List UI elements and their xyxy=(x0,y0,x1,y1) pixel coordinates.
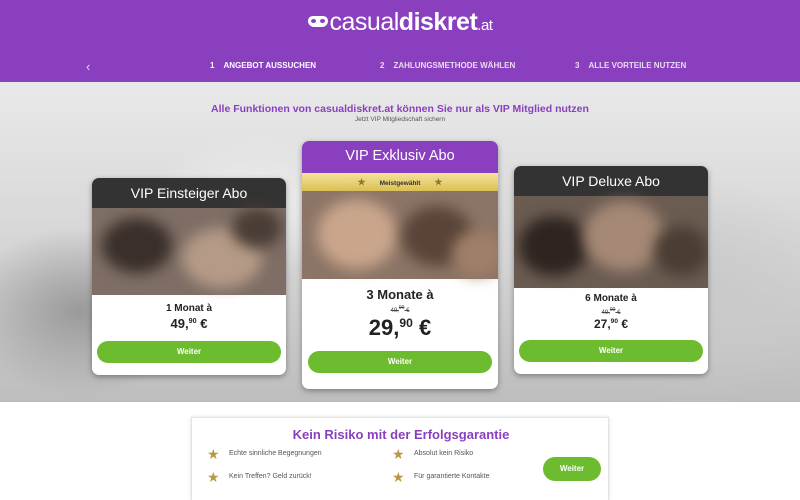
price-currency: € xyxy=(621,317,629,331)
subline: Jetzt VIP Mitgliedschaft sichern xyxy=(354,116,446,123)
price-currency: € xyxy=(200,316,208,331)
guarantee-item: ★ Kein Treffen? Geld zurück! xyxy=(207,469,312,485)
plan-price: 49,90 € xyxy=(92,316,286,331)
step-1: 1 ANGEBOT AUSSUCHEN xyxy=(210,61,316,70)
step-label: ZAHLUNGSMETHODE WÄHLEN xyxy=(393,61,516,70)
logo-tld: .at xyxy=(477,17,493,34)
plan-title: VIP Einsteiger Abo xyxy=(92,178,286,208)
plan-photo-blurred xyxy=(514,196,708,288)
logo-bold: diskret xyxy=(398,8,478,36)
old-price-cents: 90 xyxy=(398,305,405,311)
plan-card-deluxe: VIP Deluxe Abo 6 Monate à 49,90 € 27,90 … xyxy=(514,166,708,374)
plan-card-einsteiger: VIP Einsteiger Abo 1 Monat à 49,90 € Wei… xyxy=(92,178,286,375)
plan-old-price: 49,90 € xyxy=(514,307,708,316)
step-3: 3 ALLE VORTEILE NUTZEN xyxy=(575,61,686,70)
weiter-button-deluxe[interactable]: Weiter xyxy=(519,340,703,362)
step-label: ANGEBOT AUSSUCHEN xyxy=(223,61,317,70)
old-price-cents: 90 xyxy=(609,307,616,313)
plan-price: 27,90 € xyxy=(514,317,708,331)
guarantee-item-label: Kein Treffen? Geld zurück! xyxy=(229,473,312,480)
price-cents: 90 xyxy=(188,317,197,325)
star-icon: ★ xyxy=(392,469,405,485)
weiter-button-einsteiger[interactable]: Weiter xyxy=(97,341,281,363)
guarantee-item-label: Echte sinnliche Begegnungen xyxy=(229,450,322,457)
guarantee-item-label: Für garantierte Kontakte xyxy=(414,473,490,480)
bestseller-ribbon: ★ Meistgewählt ★ xyxy=(302,173,498,191)
step-number: 1 xyxy=(210,61,215,70)
weiter-button-exklusiv[interactable]: Weiter xyxy=(308,351,492,373)
back-arrow-icon[interactable]: ‹ xyxy=(86,59,90,74)
plan-card-exklusiv: VIP Exklusiv Abo ★ Meistgewählt ★ 3 Monate… xyxy=(302,141,498,389)
guarantee-title: Kein Risiko mit der Erfolgsgarantie xyxy=(292,427,510,442)
plan-title: VIP Deluxe Abo xyxy=(514,166,708,196)
step-number: 3 xyxy=(575,61,580,70)
price-cents: 90 xyxy=(610,318,618,325)
plan-old-price: 49,90 € xyxy=(302,305,498,314)
step-number: 2 xyxy=(380,61,385,70)
plan-duration: 1 Monat à xyxy=(165,303,213,314)
plan-title: VIP Exklusiv Abo xyxy=(302,141,498,173)
plan-photo-blurred xyxy=(92,208,286,295)
old-price-currency: € xyxy=(617,310,621,316)
guarantee-item: ★ Absolut kein Risiko xyxy=(392,446,474,462)
price-main: 27, xyxy=(593,317,611,331)
star-icon: ★ xyxy=(392,446,405,462)
plan-photo-blurred xyxy=(302,191,498,279)
plan-duration: 3 Monate à xyxy=(366,287,434,302)
old-price-currency: € xyxy=(406,308,410,314)
mask-icon xyxy=(307,16,328,27)
step-2: 2 ZAHLUNGSMETHODE WÄHLEN xyxy=(380,61,515,70)
guarantee-item: ★ Für garantierte Kontakte xyxy=(392,469,490,485)
price-cents: 90 xyxy=(399,316,413,330)
logo-prefix: casual xyxy=(329,8,400,36)
star-icon: ★ xyxy=(434,177,443,187)
headline: Alle Funktionen von casualdiskret.at kön… xyxy=(211,103,589,115)
header: casualdiskret.at ‹ 1 ANGEBOT AUSSUCHEN 2Z… xyxy=(0,0,800,82)
price-main: 49, xyxy=(170,316,189,331)
price-main: 29, xyxy=(368,315,400,340)
ribbon-label: Meistgewählt xyxy=(379,180,421,187)
star-icon: ★ xyxy=(207,446,220,462)
price-currency: € xyxy=(418,315,432,340)
guarantee-item: ★ Echte sinnliche Begegnungen xyxy=(207,446,322,462)
star-icon: ★ xyxy=(357,177,366,187)
logo[interactable]: casualdiskret.at xyxy=(0,8,800,37)
plan-price: 29,90 € xyxy=(302,315,498,341)
guarantee-item-label: Absolut kein Risiko xyxy=(414,450,474,457)
plan-duration: 6 Monate à xyxy=(585,293,637,304)
star-icon: ★ xyxy=(207,469,220,485)
old-price-main: 49, xyxy=(390,308,399,314)
guarantee-box: Kein Risiko mit der Erfolgsgarantie ★ Ech… xyxy=(191,417,609,500)
step-label: ALLE VORTEILE NUTZEN xyxy=(588,61,687,70)
old-price-main: 49, xyxy=(601,310,610,316)
weiter-button-guarantee[interactable]: Weiter xyxy=(543,457,601,481)
